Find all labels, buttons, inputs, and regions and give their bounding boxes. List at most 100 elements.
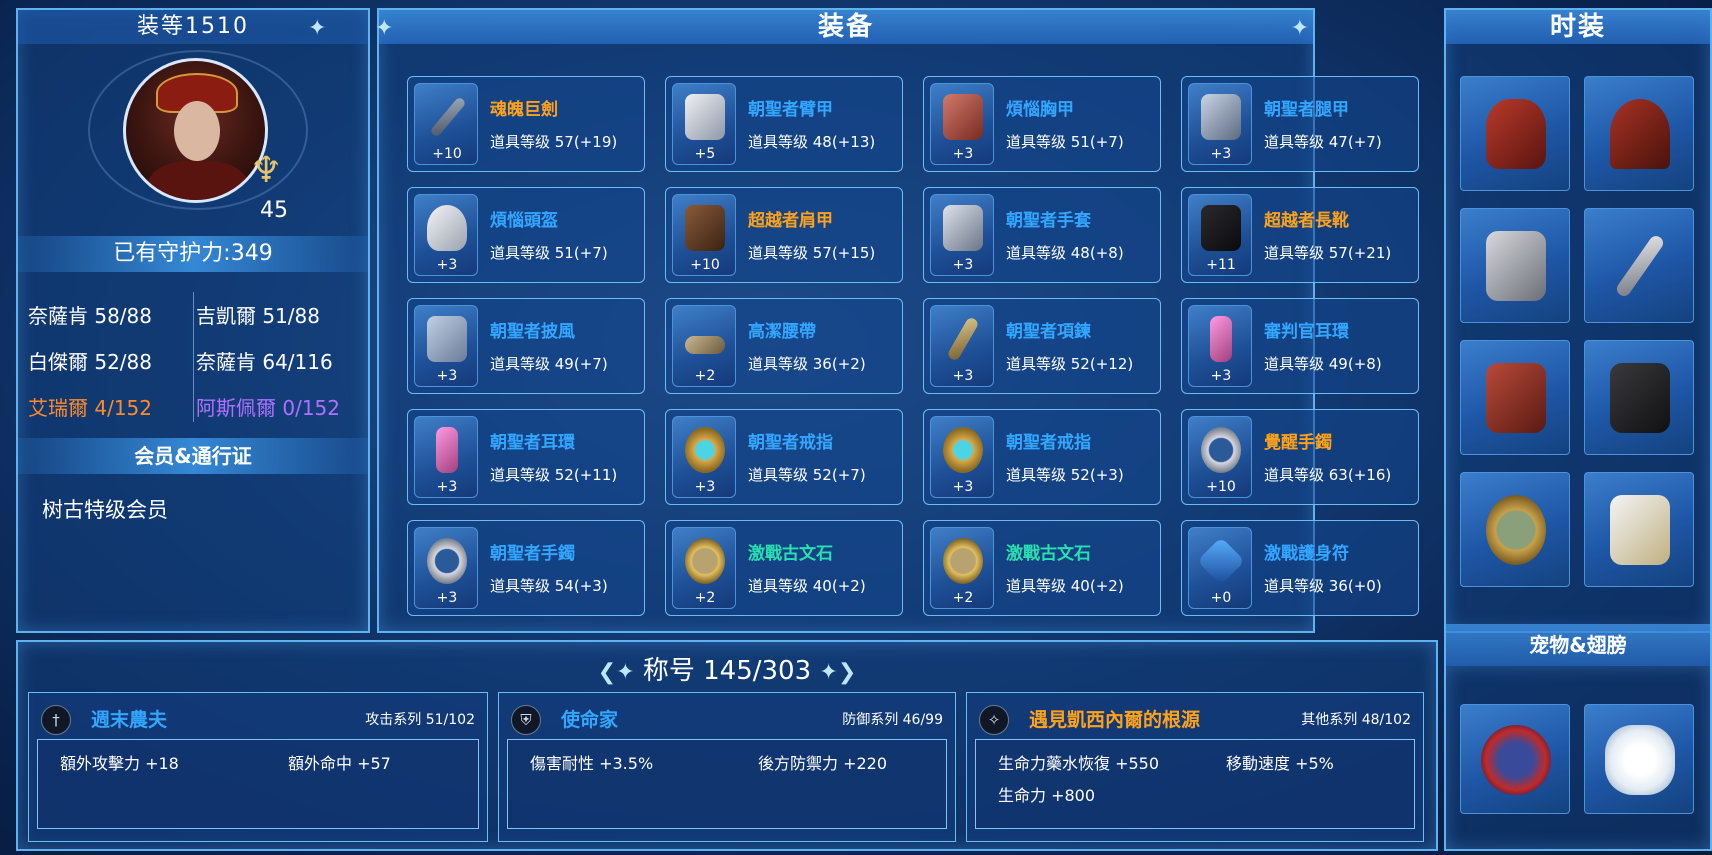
item-name: 煩惱胸甲 xyxy=(1006,100,1074,120)
equipment-slot[interactable]: +2 激戰古文石 道具等级 40(+2) xyxy=(665,520,903,616)
item-icon-frame: +3 xyxy=(414,527,478,609)
earring-icon xyxy=(1486,495,1546,565)
equipment-slot[interactable]: +2 激戰古文石 道具等级 40(+2) xyxy=(923,520,1161,616)
titles-count: 称号 145/303 xyxy=(642,656,812,686)
enhance-level: +11 xyxy=(1206,257,1236,273)
equipment-slot[interactable]: +3 朝聖者手鐲 道具等级 54(+3) xyxy=(407,520,645,616)
item-icon-frame: +5 xyxy=(672,83,736,165)
equipment-slot[interactable]: +2 高潔腰帶 道具等级 36(+2) xyxy=(665,298,903,394)
stat-nazakhen: 奈薩肯 58/88 xyxy=(28,304,152,328)
runestone-icon xyxy=(685,538,725,584)
item-name: 覺醒手鐲 xyxy=(1264,433,1332,453)
item-name: 激戰古文石 xyxy=(1006,544,1091,564)
chevron-right-icon[interactable]: ✦❯ xyxy=(819,660,856,685)
pet-slot[interactable] xyxy=(1460,704,1570,814)
item-level: 道具等级 52(+7) xyxy=(748,466,866,484)
sparkle-icon: ✦ xyxy=(1290,16,1309,41)
avatar[interactable] xyxy=(123,58,268,203)
title-attribute: 傷害耐性 +3.5% xyxy=(530,754,654,773)
sparkle-icon: ✦ xyxy=(375,16,394,41)
earring-icon xyxy=(1210,316,1232,362)
item-name: 朝聖者臂甲 xyxy=(748,100,833,120)
title-card[interactable]: ⛨ 使命家 防御系列 46/99 傷害耐性 +3.5% 後方防禦力 +220 xyxy=(498,692,956,842)
boots-icon xyxy=(1486,231,1546,301)
ring-icon xyxy=(943,427,983,473)
earring-icon xyxy=(436,427,458,473)
equipment-slot[interactable]: +3 審判官耳環 道具等级 49(+8) xyxy=(1181,298,1419,394)
item-icon-frame: +3 xyxy=(930,416,994,498)
equipment-slot[interactable]: +3 朝聖者戒指 道具等级 52(+3) xyxy=(923,409,1161,505)
item-level: 道具等级 63(+16) xyxy=(1264,466,1392,484)
equipment-slot[interactable]: +3 朝聖者腿甲 道具等级 47(+7) xyxy=(1181,76,1419,172)
titles-header: ❮✦ 称号 145/303 ✦❯ xyxy=(18,650,1436,687)
item-icon-frame: +3 xyxy=(930,194,994,276)
fashion-slot[interactable] xyxy=(1584,340,1694,455)
boots-icon xyxy=(1201,205,1241,251)
equipment-slot[interactable]: +11 超越者長靴 道具等级 57(+21) xyxy=(1181,187,1419,283)
item-name: 激戰古文石 xyxy=(748,544,833,564)
hat-icon xyxy=(1486,99,1546,169)
fashion-slot[interactable] xyxy=(1460,208,1570,323)
equipment-slot[interactable]: +3 煩惱頭盔 道具等级 51(+7) xyxy=(407,187,645,283)
item-name: 朝聖者戒指 xyxy=(748,433,833,453)
item-level: 道具等级 48(+8) xyxy=(1006,244,1124,262)
item-icon-frame: +2 xyxy=(930,527,994,609)
pet-panel xyxy=(1444,666,1712,851)
ring-icon xyxy=(685,427,725,473)
item-icon-frame: +10 xyxy=(414,83,478,165)
guard-power: 已有守护力:349 xyxy=(18,236,368,272)
gloves-icon xyxy=(943,205,983,251)
sword-icon xyxy=(429,96,467,138)
enhance-level: +3 xyxy=(1210,146,1232,162)
item-level: 道具等级 40(+2) xyxy=(1006,577,1124,595)
item-icon-frame: +10 xyxy=(672,194,736,276)
wings-icon xyxy=(1605,725,1675,795)
stat-nazakhen-2: 奈薩肯 64/116 xyxy=(196,350,333,374)
fashion-slot[interactable] xyxy=(1584,208,1694,323)
equipment-slot[interactable]: +5 朝聖者臂甲 道具等级 48(+13) xyxy=(665,76,903,172)
fashion-slot[interactable] xyxy=(1460,76,1570,191)
fashion-slot[interactable] xyxy=(1584,76,1694,191)
fashion-slot[interactable] xyxy=(1584,472,1694,587)
item-level: 道具等级 57(+21) xyxy=(1264,244,1392,262)
equipment-slot[interactable]: +3 朝聖者耳環 道具等级 52(+11) xyxy=(407,409,645,505)
chest-armor-icon xyxy=(943,94,983,140)
item-name: 審判官耳環 xyxy=(1264,322,1349,342)
enhance-level: +2 xyxy=(694,368,716,384)
equipment-slot[interactable]: +3 朝聖者戒指 道具等级 52(+7) xyxy=(665,409,903,505)
title-card[interactable]: ✧ 遇見凱西內爾的根源 其他系列 48/102 生命力藥水恢復 +550 移動速度… xyxy=(966,692,1424,842)
item-icon-frame: +10 xyxy=(1188,416,1252,498)
title-card[interactable]: † 週末農夫 攻击系列 51/102 額外攻擊力 +18 額外命中 +57 xyxy=(28,692,488,842)
equipment-slot[interactable]: +0 激戰護身符 道具等级 36(+0) xyxy=(1181,520,1419,616)
equipment-slot[interactable]: +3 朝聖者項鍊 道具等级 52(+12) xyxy=(923,298,1161,394)
equipment-slot[interactable]: +3 朝聖者披風 道具等级 49(+7) xyxy=(407,298,645,394)
title-name: 遇見凱西內爾的根源 xyxy=(1029,709,1201,731)
chevron-left-icon[interactable]: ❮✦ xyxy=(598,660,635,685)
sword-emblem-icon: † xyxy=(41,705,71,735)
fashion-slot[interactable] xyxy=(1460,340,1570,455)
item-level: 道具等级 51(+7) xyxy=(1006,133,1124,151)
equipment-grid: +10 魂魄巨劍 道具等级 57(+19) +5 朝聖者臂甲 道具等级 48(+… xyxy=(407,76,1419,616)
enhance-level: +10 xyxy=(690,257,720,273)
equipment-slot[interactable]: +10 覺醒手鐲 道具等级 63(+16) xyxy=(1181,409,1419,505)
item-level: 道具等级 51(+7) xyxy=(490,244,608,262)
fashion-slot[interactable] xyxy=(1460,472,1570,587)
sparkle-icon: ✦ xyxy=(308,16,327,41)
avatar-face xyxy=(174,101,220,161)
equipment-slot[interactable]: +3 煩惱胸甲 道具等级 51(+7) xyxy=(923,76,1161,172)
equipment-slot[interactable]: +10 超越者肩甲 道具等级 57(+15) xyxy=(665,187,903,283)
item-level: 道具等级 40(+2) xyxy=(748,577,866,595)
item-level: 道具等级 57(+19) xyxy=(490,133,618,151)
pet-slot[interactable] xyxy=(1584,704,1694,814)
membership-status[interactable]: 树古特级会员 xyxy=(42,494,168,524)
fashion-title: 时装 xyxy=(1446,10,1710,44)
title-category: 防御系列 46/99 xyxy=(842,712,943,728)
equipment-slot[interactable]: +10 魂魄巨劍 道具等级 57(+19) xyxy=(407,76,645,172)
item-name: 朝聖者耳環 xyxy=(490,433,575,453)
equipment-slot[interactable]: +3 朝聖者手套 道具等级 48(+8) xyxy=(923,187,1161,283)
item-icon-frame: +11 xyxy=(1188,194,1252,276)
membership-header: 会员&通行证 xyxy=(18,438,368,474)
stat-airuier: 艾瑞爾 4/152 xyxy=(28,396,152,420)
item-level: 道具等级 52(+12) xyxy=(1006,355,1134,373)
enhance-level: +10 xyxy=(432,146,462,162)
